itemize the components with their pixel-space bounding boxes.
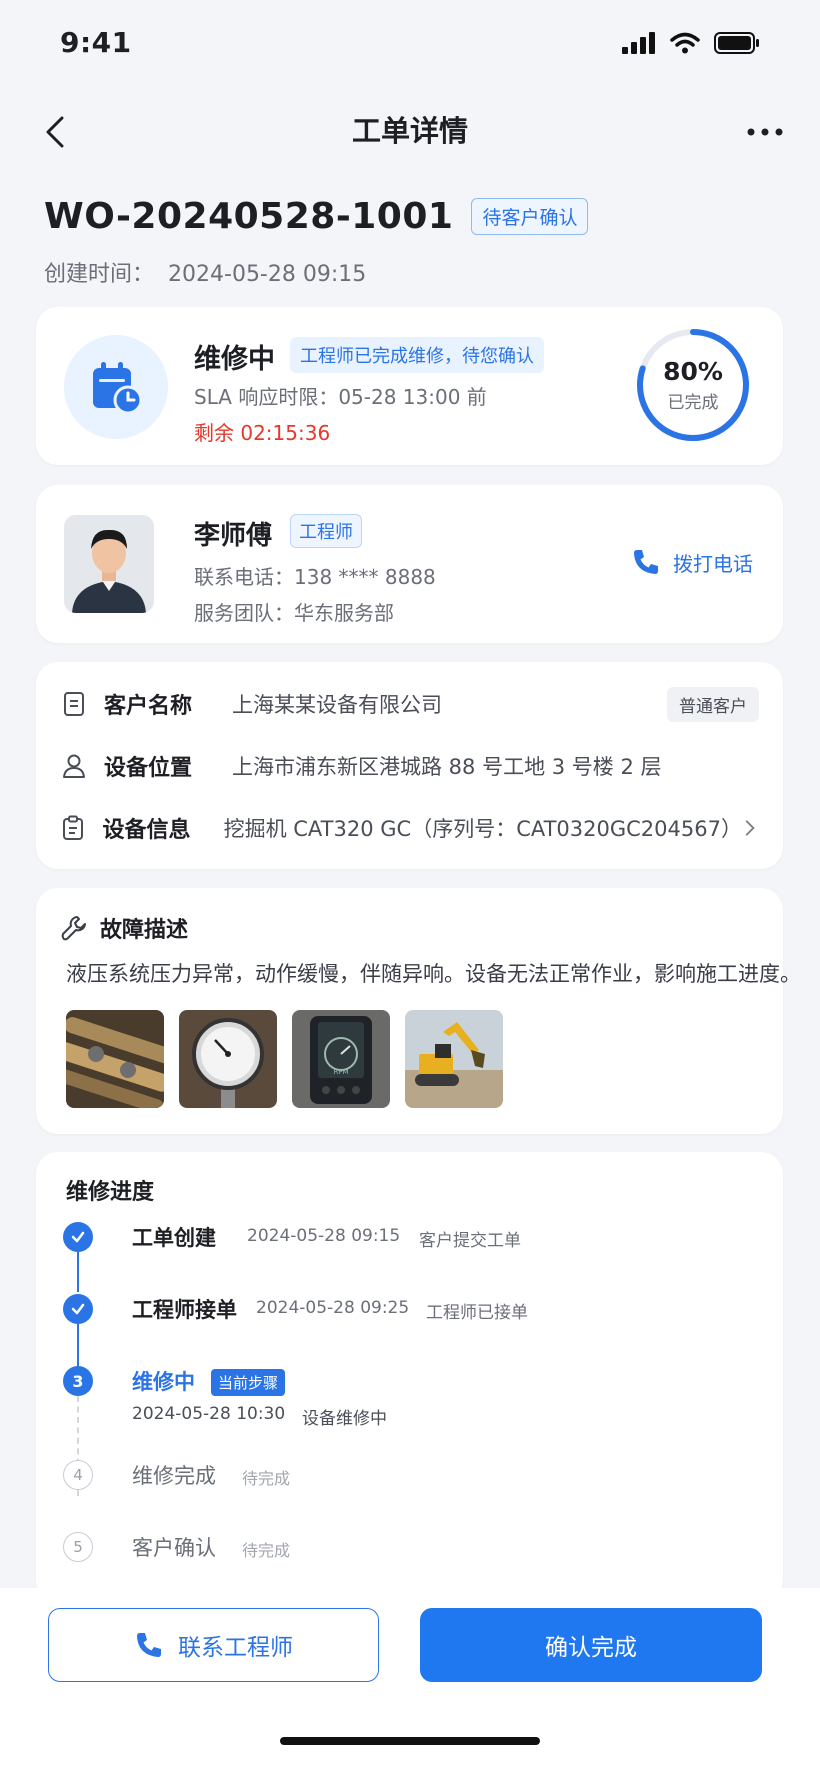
step-time: 2024-05-28 09:25	[256, 1298, 410, 1318]
phone-icon	[137, 1633, 161, 1657]
check-icon	[63, 1222, 93, 1252]
location-value: 上海市浦东新区港城路 88 号工地 3 号楼 2 层	[232, 755, 662, 779]
call-button[interactable]: 拨打电话	[631, 547, 753, 577]
photo-control-panel[interactable]: RPM	[292, 1010, 390, 1108]
order-status-badge: 待客户确认	[471, 198, 589, 235]
progress-percent: 80%	[663, 357, 723, 386]
info-card: 客户名称 上海某某设备有限公司 普通客户 设备位置 上海市浦东新区港城路 88 …	[36, 662, 783, 869]
step-time: 2024-05-28 10:30	[132, 1404, 286, 1424]
wifi-icon	[670, 32, 700, 54]
document-icon	[60, 690, 88, 718]
progress-ring-text: 80% 已完成	[635, 327, 751, 443]
fault-description: 液压系统压力异常，动作缓慢，伴随异响。设备无法正常作业，影响施工进度。	[66, 962, 801, 986]
engineer-phone: 联系电话：138 **** 8888	[194, 565, 436, 589]
current-step-tag: 当前步骤	[211, 1369, 286, 1396]
more-icon	[747, 128, 783, 136]
sla-deadline: SLA 响应时限：05-28 13:00 前	[194, 385, 487, 409]
created-time: 创建时间： 2024-05-28 09:15	[44, 256, 366, 288]
status-title: 维修中	[194, 344, 275, 375]
fault-photos: RPM	[66, 1010, 503, 1108]
progress-card: 维修进度 工单创建 2024-05-28 09:15 客户提交工单 工程师接单 …	[36, 1152, 783, 1602]
created-value: 2024-05-28 09:15	[168, 262, 367, 287]
step-note: 待完成	[242, 1541, 291, 1560]
step-note: 待完成	[242, 1469, 291, 1488]
fault-title: 故障描述	[100, 918, 189, 943]
status-time: 9:41	[60, 26, 132, 59]
photo-pressure-gauge[interactable]	[179, 1010, 277, 1108]
home-indicator	[280, 1737, 540, 1745]
sla-remaining: 剩余 02:15:36	[194, 421, 331, 445]
step-name: 工单创建	[132, 1226, 216, 1250]
step-name: 客户确认	[132, 1536, 216, 1560]
confirm-complete-button[interactable]: 确认完成	[420, 1608, 762, 1682]
timeline-line	[77, 1252, 79, 1292]
progress-title: 维修进度	[66, 1180, 155, 1205]
engineer-card: 李师傅 工程师 联系电话：138 **** 8888 服务团队：华东服务部 拨打…	[36, 485, 783, 643]
status-bar: 9:41	[0, 0, 820, 92]
bottom-action-bar: 联系工程师 确认完成	[0, 1588, 820, 1773]
status-tag: 工程师已完成维修，待您确认	[290, 337, 544, 373]
fault-header: 故障描述	[60, 912, 188, 944]
gauge-text: RPM	[333, 1068, 348, 1076]
step-note: 工程师已接单	[426, 1303, 528, 1323]
engineer-team: 服务团队：华东服务部	[194, 601, 394, 625]
step-number: 4	[63, 1460, 93, 1490]
call-label: 拨打电话	[673, 551, 753, 576]
step-name: 维修中	[132, 1370, 195, 1394]
clipboard-icon	[60, 814, 86, 842]
more-button[interactable]	[740, 110, 790, 154]
user-icon	[60, 752, 88, 780]
status-icons	[622, 32, 760, 54]
signal-icon	[622, 32, 655, 54]
device-label: 设备信息	[102, 818, 191, 843]
page-title: 工单详情	[351, 114, 468, 148]
customer-tag: 普通客户	[667, 686, 759, 722]
customer-row: 客户名称 上海某某设备有限公司 普通客户	[60, 684, 759, 724]
photo-excavator[interactable]	[405, 1010, 503, 1108]
progress-label: 已完成	[667, 393, 719, 413]
status-icon-wrap	[64, 335, 168, 439]
step-note: 设备维修中	[302, 1409, 387, 1429]
avatar	[64, 515, 154, 613]
created-label: 创建时间：	[44, 262, 155, 287]
step-name: 工程师接单	[132, 1298, 237, 1322]
contact-engineer-label: 联系工程师	[178, 1635, 293, 1661]
engineer-avatar-icon	[64, 515, 154, 613]
status-card: 维修中 工程师已完成维修，待您确认 SLA 响应时限：05-28 13:00 前…	[36, 307, 783, 465]
step-name: 维修完成	[132, 1464, 216, 1488]
order-header: WO-20240528-1001 待客户确认	[44, 196, 589, 237]
engineer-role-badge: 工程师	[290, 514, 362, 548]
location-label: 设备位置	[104, 756, 193, 781]
order-id: WO-20240528-1001	[44, 196, 454, 237]
fault-card: 故障描述 液压系统压力异常，动作缓慢，伴随异响。设备无法正常作业，影响施工进度。	[36, 888, 801, 1134]
chevron-right-icon	[745, 820, 755, 836]
engineer-name: 李师傅	[194, 521, 273, 551]
step-time: 2024-05-28 09:15	[247, 1226, 401, 1246]
phone-icon	[634, 550, 658, 574]
step-number: 5	[63, 1532, 93, 1562]
photo-hydraulic[interactable]	[66, 1010, 164, 1108]
check-icon	[63, 1294, 93, 1324]
battery-icon	[714, 32, 759, 54]
calendar-clock-icon	[93, 362, 143, 415]
customer-label: 客户名称	[104, 694, 193, 719]
step-note: 客户提交工单	[419, 1231, 521, 1251]
device-row[interactable]: 设备信息 挖掘机 CAT320 GC（序列号：CAT0320GC204567）	[60, 808, 759, 848]
device-value: 挖掘机 CAT320 GC（序列号：CAT0320GC204567）	[223, 817, 742, 841]
nav-bar: 工单详情	[0, 92, 820, 172]
customer-value: 上海某某设备有限公司	[232, 693, 442, 717]
location-row: 设备位置 上海市浦东新区港城路 88 号工地 3 号楼 2 层	[60, 746, 759, 786]
wrench-icon	[61, 916, 86, 941]
step-number: 3	[63, 1366, 93, 1396]
contact-engineer-button[interactable]: 联系工程师	[48, 1608, 379, 1682]
